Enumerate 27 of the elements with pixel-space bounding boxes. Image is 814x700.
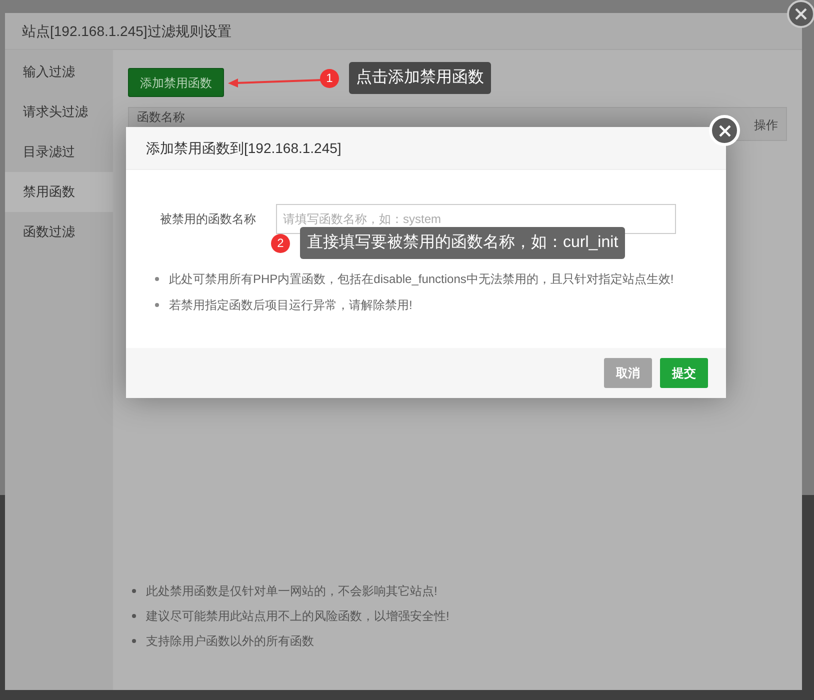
sidebar-item[interactable]: 输入过滤: [5, 52, 113, 92]
bullet-icon: [155, 303, 159, 307]
tooltip: 点击添加禁用函数: [349, 62, 491, 94]
note-text: 此处禁用函数是仅针对单一网站的，不会影响其它站点!: [146, 583, 438, 600]
dialog-title: 站点[192.168.1.245]过滤规则设置: [22, 22, 232, 41]
sidebar-item[interactable]: 目录滤过: [5, 132, 113, 172]
bullet-icon: [132, 589, 136, 593]
sidebar-item[interactable]: 函数过滤: [5, 212, 113, 252]
note-text: 建议尽可能禁用此站点用不上的风险函数，以增强安全性!: [146, 608, 450, 625]
column-header: 函数名称: [137, 110, 185, 124]
add-function-button[interactable]: 添加禁用函数: [128, 68, 224, 97]
bullet-icon: [132, 639, 136, 643]
column-header: 操作: [754, 118, 778, 132]
close-icon: [718, 124, 730, 136]
modal-title: 添加禁用函数到[192.168.1.245]: [146, 138, 342, 158]
note-text: 若禁用指定函数后项目运行异常，请解除禁用!: [169, 297, 412, 314]
bullet-icon: [132, 614, 136, 618]
bullet-icon: [155, 277, 159, 281]
tooltip: 直接填写要被禁用的函数名称，如：curl_init: [300, 227, 626, 259]
arrow-icon: [228, 76, 322, 88]
note-text: 此处可禁用所有PHP内置函数，包括在disable_functions中无法禁用的，且只针对指定站点生效!: [169, 271, 674, 288]
close-icon: [795, 8, 807, 20]
field-label: 被禁用的函数名称: [159, 211, 256, 228]
note-text: 支持除用户函数以外的所有函数: [146, 633, 314, 650]
sidebar-item[interactable]: 禁用函数: [5, 172, 113, 212]
sidebar-item[interactable]: 请求头过滤: [5, 92, 113, 132]
submit-button[interactable]: 提交: [660, 358, 708, 388]
